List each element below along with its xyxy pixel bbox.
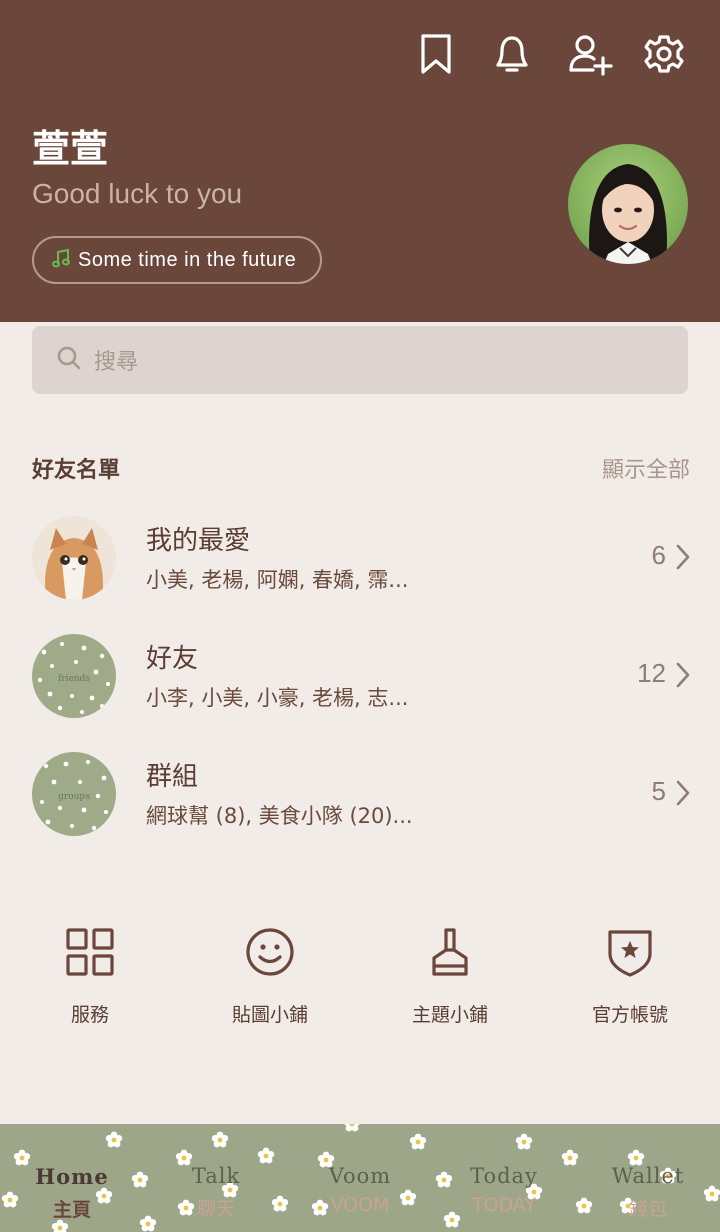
nav-label-en: Wallet	[611, 1164, 685, 1188]
shortcut-label: 官方帳號	[591, 1004, 668, 1026]
nav-label-en: Home	[35, 1164, 109, 1189]
list-item-subtitle: 小美, 老楊, 阿嫻, 春嬌, 霈...	[146, 568, 409, 592]
status-message[interactable]: Good luck to you	[32, 178, 242, 210]
nav-wallet[interactable]: Wallet 錢包	[576, 1164, 720, 1232]
chevron-right-icon	[676, 544, 690, 574]
grid-icon	[64, 926, 116, 982]
music-label: Some time in the future	[78, 248, 297, 271]
profile-avatar[interactable]	[568, 144, 688, 264]
nav-today[interactable]: Today TODAY	[432, 1164, 576, 1232]
chevron-right-icon	[676, 780, 690, 810]
list-item-title: 好友	[146, 644, 199, 674]
bottom-navigation: Home 主頁 Talk 聊天 Voom VOOM Today TODAY Wa…	[0, 1124, 720, 1232]
chevron-right-icon	[676, 662, 690, 692]
groups-thumbnail: groups	[32, 752, 116, 836]
list-item-count: 5	[651, 776, 666, 806]
shield-star-icon	[604, 926, 656, 982]
shortcut-label: 主題小鋪	[411, 1004, 488, 1026]
services-shortcut[interactable]: 服務	[0, 926, 180, 1036]
nav-home[interactable]: Home 主頁	[0, 1164, 144, 1232]
official-accounts-shortcut[interactable]: 官方帳號	[540, 926, 720, 1036]
friends-thumbnail: friends	[32, 634, 116, 718]
list-item-subtitle: 小李, 小美, 小豪, 老楊, 志...	[146, 686, 409, 710]
list-item-count: 12	[637, 658, 666, 688]
music-note-icon	[52, 248, 70, 272]
profile-header: 萱萱 Good luck to you Some time in the fut…	[0, 0, 720, 322]
favorites-thumbnail	[32, 516, 116, 600]
add-friend-icon[interactable]	[566, 30, 614, 78]
nav-label-zh: 主頁	[52, 1199, 91, 1221]
theme-shop-shortcut[interactable]: 主題小鋪	[360, 926, 540, 1036]
list-item-favorites[interactable]: 我的最愛 小美, 老楊, 阿嫻, 春嬌, 霈... 6	[0, 516, 720, 626]
nav-label-en: Today	[470, 1164, 538, 1188]
search-icon	[56, 345, 82, 375]
nav-label-zh: 錢包	[628, 1198, 667, 1220]
nav-label-zh: 聊天	[196, 1198, 235, 1220]
brush-icon	[424, 926, 476, 982]
profile-name[interactable]: 萱萱	[32, 118, 108, 173]
list-item-title: 群組	[146, 762, 199, 792]
nav-label-zh: VOOM	[330, 1194, 390, 1216]
nav-talk[interactable]: Talk 聊天	[144, 1164, 288, 1232]
nav-label-en: Voom	[328, 1164, 392, 1188]
list-item-groups[interactable]: groups 群組 網球幫 (8), 美食小隊 (20)... 5	[0, 752, 720, 862]
bookmark-icon[interactable]	[412, 30, 460, 78]
svg-text:friends: friends	[58, 674, 90, 684]
svg-text:groups: groups	[58, 792, 90, 802]
nav-label-zh: TODAY	[472, 1194, 536, 1216]
shortcut-label: 服務	[70, 1004, 109, 1026]
sticker-shop-shortcut[interactable]: 貼圖小鋪	[180, 926, 360, 1036]
search-input[interactable]: 搜尋	[32, 326, 688, 394]
shortcut-label: 貼圖小鋪	[231, 1004, 308, 1026]
friends-section-title: 好友名單	[32, 458, 121, 483]
nav-label-en: Talk	[191, 1164, 241, 1188]
search-placeholder: 搜尋	[94, 350, 139, 375]
list-item-title: 我的最愛	[146, 526, 251, 556]
gear-icon[interactable]	[640, 30, 688, 78]
list-item-friends[interactable]: friends 好友 小李, 小美, 小豪, 老楊, 志... 12	[0, 634, 720, 744]
profile-music-button[interactable]: Some time in the future	[32, 236, 323, 284]
smiley-icon	[244, 926, 296, 982]
show-all-link[interactable]: 顯示全部	[602, 452, 690, 484]
list-item-count: 6	[651, 540, 666, 570]
bell-icon[interactable]	[488, 30, 536, 78]
nav-voom[interactable]: Voom VOOM	[288, 1164, 432, 1232]
list-item-subtitle: 網球幫 (8), 美食小隊 (20)...	[146, 804, 413, 828]
